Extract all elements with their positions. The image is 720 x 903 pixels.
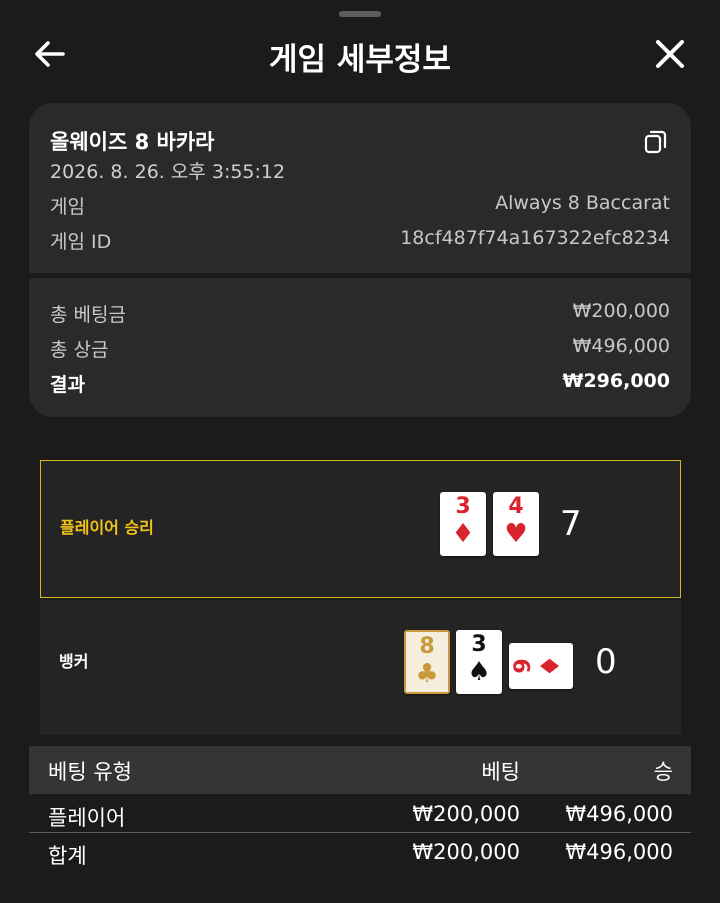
game-id-value: 18cf487f74a167322efc8234 [400, 227, 670, 249]
close-icon [656, 40, 684, 68]
card-rank: 3 [455, 494, 471, 519]
total-bet-amount: ₩200,000 [412, 840, 520, 864]
player-card-1: 3 ♦ [440, 492, 486, 556]
card-rank: 9 [511, 658, 536, 674]
player-score: 7 [560, 504, 582, 544]
game-info-card: 올웨이즈 8 바카라 2026. 8. 26. 오후 3:55:12 게임 Al… [29, 103, 691, 417]
banker-score: 0 [595, 642, 617, 682]
result-value: ₩296,000 [562, 370, 671, 392]
game-id-label: 게임 ID [50, 231, 112, 253]
banker-hand: 뱅커 8 ♣ 3 ♠ 9 ♦ 0 [40, 600, 681, 735]
spade-suit-icon: ♠ [467, 657, 491, 687]
copy-button[interactable] [643, 128, 669, 156]
card-rank: 8 [419, 634, 435, 659]
total-win-amount: ₩496,000 [565, 840, 673, 864]
total-win-value: ₩496,000 [572, 335, 670, 357]
row-win-amount: ₩496,000 [565, 802, 673, 826]
game-name: 올웨이즈 8 바카라 [50, 130, 215, 154]
col-bet-type: 베팅 유형 [48, 760, 132, 784]
diamond-suit-icon: ♦ [451, 519, 475, 549]
player-hand-label: 플레이어 승리 [60, 518, 154, 537]
card-rank: 4 [508, 494, 524, 519]
bets-table-header: 베팅 유형 베팅 승 [29, 746, 691, 794]
row-bet-amount: ₩200,000 [412, 802, 520, 826]
page-title: 게임 세부정보 [269, 42, 451, 78]
banker-hand-label: 뱅커 [59, 652, 89, 671]
club-suit-icon: ♣ [415, 659, 439, 689]
banker-card-1: 8 ♣ [404, 630, 450, 694]
banker-card-3: 9 ♦ [509, 643, 573, 689]
game-label: 게임 [50, 196, 85, 218]
header: 게임 세부정보 [0, 20, 720, 88]
player-card-2: 4 ♥ [493, 492, 539, 556]
card-rank: 3 [471, 632, 487, 657]
game-value: Always 8 Baccarat [495, 192, 670, 214]
player-hand: 플레이어 승리 3 ♦ 4 ♥ 7 [40, 460, 681, 598]
col-win: 승 [653, 760, 673, 784]
row-bet-type: 플레이어 [48, 806, 126, 830]
game-date: 2026. 8. 26. 오후 3:55:12 [50, 161, 286, 183]
result-label: 결과 [50, 374, 85, 396]
total-label: 합계 [48, 844, 87, 868]
row-divider [29, 832, 691, 833]
drag-handle[interactable] [339, 11, 381, 17]
diamond-suit-icon: ♦ [536, 654, 566, 678]
col-bet: 베팅 [481, 760, 520, 784]
close-button[interactable] [652, 36, 688, 72]
total-bet-value: ₩200,000 [572, 300, 670, 322]
copy-icon [644, 130, 667, 154]
banker-card-2: 3 ♠ [456, 630, 502, 694]
heart-suit-icon: ♥ [504, 519, 528, 549]
total-bet-label: 총 베팅금 [50, 304, 126, 326]
divider [29, 273, 691, 278]
total-win-label: 총 상금 [50, 339, 109, 361]
